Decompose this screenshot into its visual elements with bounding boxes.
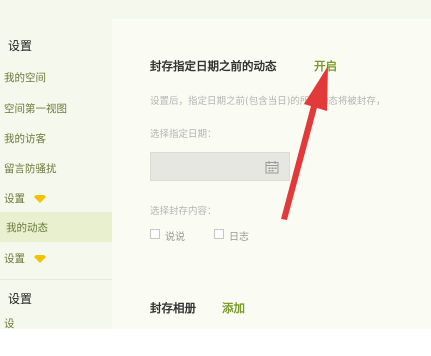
archive-before-date-label: 封存指定日期之前的动态 bbox=[150, 59, 277, 73]
select-date-label: 选择指定日期： bbox=[150, 129, 217, 140]
sidebar-item-settings-vip[interactable]: 设置 bbox=[4, 191, 47, 206]
sidebar-item-my-space[interactable]: 我的空间 bbox=[4, 70, 46, 85]
diamond-icon bbox=[34, 255, 47, 263]
page-bottom bbox=[0, 329, 431, 356]
top-bar bbox=[0, 0, 431, 19]
blog-checkbox[interactable] bbox=[214, 229, 224, 239]
sidebar-section-title: 设置 bbox=[8, 39, 33, 53]
blog-label: 日志 bbox=[229, 232, 249, 243]
select-content-label: 选择封存内容： bbox=[150, 206, 217, 217]
shuoshuo-label: 说说 bbox=[165, 232, 185, 243]
sidebar-item-settings-vip-2[interactable]: 设置 bbox=[4, 251, 47, 266]
sidebar-item-my-visitors[interactable]: 我的访客 bbox=[4, 131, 46, 146]
enable-archive-link[interactable]: 开启 bbox=[314, 58, 337, 74]
sidebar-item-anti-spam[interactable]: 留言防骚扰 bbox=[4, 161, 57, 176]
calendar-icon[interactable] bbox=[265, 160, 279, 174]
archive-description: 设置后，指定日期之前(包含当日)的所有动态将被封存， bbox=[150, 96, 386, 107]
diamond-icon bbox=[34, 195, 47, 203]
shuoshuo-checkbox[interactable] bbox=[150, 229, 160, 239]
sidebar-divider bbox=[0, 279, 112, 280]
archive-album-label: 封存相册 bbox=[150, 301, 196, 315]
sidebar-item-my-feeds[interactable]: 我的动态 bbox=[0, 212, 112, 242]
add-album-link[interactable]: 添加 bbox=[222, 300, 245, 316]
date-picker-input[interactable] bbox=[150, 152, 290, 181]
sidebar-section-title-2: 设置 bbox=[8, 292, 33, 306]
sidebar-item-space-first-view[interactable]: 空间第一视图 bbox=[4, 101, 67, 116]
sidebar: 设置 我的空间 空间第一视图 我的访客 留言防骚扰 设置 我的动态 设置 设置 … bbox=[0, 19, 112, 330]
